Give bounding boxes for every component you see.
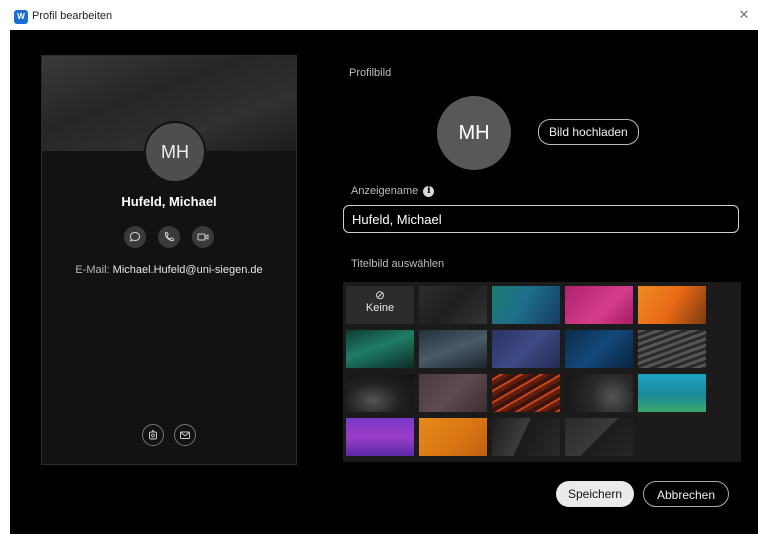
cover-option-mauve-texture[interactable]: [419, 374, 487, 412]
email-value[interactable]: Michael.Hufeld@uni-siegen.de: [113, 264, 263, 276]
video-button[interactable]: [192, 226, 215, 248]
video-icon: [197, 233, 209, 241]
display-name-label: Anzeigename: [351, 185, 419, 197]
chat-icon: [129, 231, 140, 243]
upload-picture-button[interactable]: Bild hochladen: [538, 119, 639, 145]
card-email: E-Mail: Michael.Hufeld@uni-siegen.de: [42, 264, 296, 276]
card-bottom-row: [42, 424, 296, 446]
display-name-input[interactable]: Hufeld, Michael: [343, 205, 739, 233]
mail-icon: [180, 431, 191, 439]
card-display-name: Hufeld, Michael: [121, 194, 217, 209]
close-icon[interactable]: ✕: [736, 7, 752, 23]
cancel-button[interactable]: Abbrechen: [643, 481, 729, 507]
display-name-label-row: Anzeigename i: [351, 185, 435, 197]
cover-option-purple[interactable]: [346, 418, 414, 456]
cover-option-magenta[interactable]: [565, 286, 633, 324]
info-icon[interactable]: i: [423, 185, 435, 197]
profile-avatar: MH: [437, 96, 511, 170]
cover-option-grey-lines[interactable]: [638, 330, 706, 368]
teams-icon: [148, 429, 157, 440]
cover-option-lava[interactable]: [492, 374, 560, 412]
cover-option-amber[interactable]: [419, 418, 487, 456]
profile-preview-card: MH Hufeld, Michael E-Mail: Michael.Hufel…: [41, 55, 297, 465]
cover-option-none[interactable]: ⊘ Keine: [346, 286, 414, 324]
cover-picker-label: Titelbild auswählen: [351, 258, 445, 270]
cover-option-orange[interactable]: [638, 286, 706, 324]
profile-picture-label: Profilbild: [349, 67, 392, 79]
card-avatar: MH: [144, 121, 206, 183]
email-label: E-Mail:: [75, 264, 110, 276]
cover-option-dark-grey[interactable]: [419, 286, 487, 324]
cover-option-cyan-green[interactable]: [638, 374, 706, 412]
teams-button[interactable]: [141, 424, 164, 446]
edit-profile-dialog: MH Hufeld, Michael E-Mail: Michael.Hufel…: [10, 30, 758, 534]
card-action-row: [42, 226, 296, 248]
save-button[interactable]: Speichern: [556, 481, 634, 507]
cover-option-navy-wave[interactable]: [565, 330, 633, 368]
cover-option-dark-curves[interactable]: [346, 374, 414, 412]
phone-icon: [164, 231, 175, 242]
chat-button[interactable]: [123, 226, 146, 248]
cover-option-teal-blue[interactable]: [492, 286, 560, 324]
cover-option-grey-geometric[interactable]: [565, 418, 633, 456]
cover-none-label: Keine: [365, 302, 395, 314]
cover-option-aurora[interactable]: [346, 330, 414, 368]
cover-option-indigo-texture[interactable]: [492, 330, 560, 368]
window-title: Profil bearbeiten: [32, 10, 113, 22]
title-bar: W Profil bearbeiten ✕: [0, 0, 758, 30]
cover-option-dark-sphere[interactable]: [565, 374, 633, 412]
call-button[interactable]: [158, 226, 180, 248]
app-logo-icon: W: [14, 10, 28, 24]
mail-button[interactable]: [174, 424, 197, 446]
cover-image-grid: ⊘ Keine: [343, 282, 741, 462]
cover-option-mountains[interactable]: [419, 330, 487, 368]
cover-option-dark-geometric[interactable]: [492, 418, 560, 456]
none-icon: ⊘: [374, 288, 386, 302]
